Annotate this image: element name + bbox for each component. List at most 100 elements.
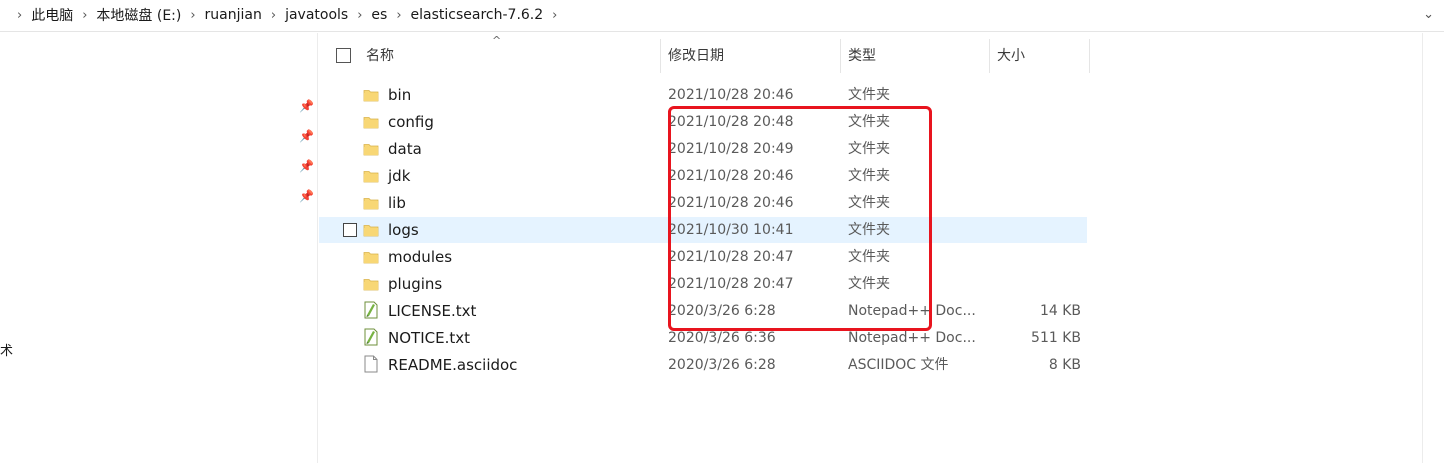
file-size [991, 271, 1081, 297]
file-date: 2020/3/26 6:28 [668, 357, 776, 373]
address-bar[interactable]: › 此电脑 › 本地磁盘 (E:) › ruanjian › javatools › es › ela… [0, 0, 1444, 32]
navigation-pane: 📌 📌 📌 📌 术 [0, 33, 318, 463]
breadcrumb: › 此电脑 › 本地磁盘 (E:) › ruanjian › javatools › es › ela… [8, 0, 566, 30]
file-size: 14 KB [1039, 303, 1081, 319]
file-name: modules [388, 248, 453, 266]
file-row[interactable]: logs 2021/10/30 10:41 文件夹 [319, 217, 1087, 243]
file-row[interactable]: plugins 2021/10/28 20:47 文件夹 [319, 271, 1087, 297]
folder-icon [363, 168, 379, 184]
file-size [991, 136, 1081, 162]
chevron-right-icon[interactable]: › [271, 8, 276, 23]
file-type: 文件夹 [848, 195, 890, 211]
breadcrumb-item[interactable]: 本地磁盘 (E:) [96, 5, 181, 25]
sort-ascending-icon: ^ [492, 34, 502, 47]
address-dropdown-icon[interactable]: ⌄ [1423, 7, 1434, 22]
chevron-right-icon[interactable]: › [82, 8, 87, 23]
file-date: 2020/3/26 6:28 [668, 303, 776, 319]
file-type: 文件夹 [848, 114, 890, 130]
file-row[interactable]: NOTICE.txt 2020/3/26 6:36 Notepad++ Doc...… [319, 325, 1087, 351]
file-type: Notepad++ Doc... [848, 303, 976, 319]
file-row[interactable]: lib 2021/10/28 20:46 文件夹 [319, 190, 1087, 216]
file-name: bin [388, 86, 412, 104]
column-date[interactable]: 修改日期 [668, 33, 724, 73]
pin-icon[interactable]: 📌 [299, 99, 314, 113]
file-name: README.asciidoc [388, 356, 518, 374]
file-size [991, 163, 1081, 189]
file-type: 文件夹 [848, 87, 890, 103]
file-type: Notepad++ Doc... [848, 330, 976, 346]
chevron-right-icon[interactable]: › [190, 8, 195, 23]
column-divider[interactable] [1089, 39, 1090, 73]
breadcrumb-item[interactable]: 此电脑 [31, 5, 73, 25]
file-row[interactable]: jdk 2021/10/28 20:46 文件夹 [319, 163, 1087, 189]
file-type: 文件夹 [848, 276, 890, 292]
file-date: 2021/10/28 20:46 [668, 195, 794, 211]
folder-icon [363, 195, 379, 211]
breadcrumb-item[interactable]: es [371, 7, 387, 23]
file-row[interactable]: data 2021/10/28 20:49 文件夹 [319, 136, 1087, 162]
file-size [991, 244, 1081, 270]
file-date: 2021/10/28 20:47 [668, 249, 794, 265]
column-header: ^ 名称 修改日期 类型 大小 [319, 33, 1090, 73]
column-name[interactable]: 名称 [366, 33, 394, 73]
row-checkbox[interactable] [343, 223, 357, 237]
file-size [991, 217, 1081, 243]
file-name: NOTICE.txt [388, 329, 470, 347]
file-date: 2021/10/28 20:49 [668, 141, 794, 157]
chevron-right-icon[interactable]: › [552, 8, 557, 23]
file-date: 2021/10/28 20:48 [668, 114, 794, 130]
folder-icon [363, 249, 379, 265]
file-date: 2021/10/28 20:46 [668, 87, 794, 103]
select-all-checkbox[interactable] [336, 48, 351, 63]
file-name: config [388, 113, 434, 131]
file-size [991, 109, 1081, 135]
file-date: 2021/10/30 10:41 [668, 222, 794, 238]
folder-icon [363, 222, 379, 238]
column-divider[interactable] [840, 39, 841, 73]
file-type: 文件夹 [848, 249, 890, 265]
breadcrumb-item[interactable]: javatools [285, 7, 348, 23]
column-type[interactable]: 类型 [848, 33, 876, 73]
chevron-right-icon[interactable]: › [396, 8, 401, 23]
file-name: plugins [388, 275, 443, 293]
nav-item-label[interactable]: 术 [0, 340, 13, 359]
breadcrumb-item[interactable]: ruanjian [205, 7, 262, 23]
file-name: jdk [388, 167, 411, 185]
file-size [991, 82, 1081, 108]
file-name: LICENSE.txt [388, 302, 477, 320]
chevron-right-icon[interactable]: › [17, 8, 22, 23]
column-divider[interactable] [989, 39, 990, 73]
notepadpp-file-icon [363, 328, 379, 346]
file-type: ASCIIDOC 文件 [848, 357, 949, 373]
column-divider[interactable] [660, 39, 661, 73]
pin-icon[interactable]: 📌 [299, 159, 314, 173]
file-row[interactable]: LICENSE.txt 2020/3/26 6:28 Notepad++ Doc..… [319, 298, 1087, 324]
pin-icon[interactable]: 📌 [299, 129, 314, 143]
folder-icon [363, 141, 379, 157]
file-size: 511 KB [1031, 330, 1081, 346]
file-list: ^ 名称 修改日期 类型 大小 bin 2021/10/28 20:46 文件夹 co… [319, 33, 1422, 463]
folder-icon [363, 114, 379, 130]
file-type: 文件夹 [848, 141, 890, 157]
file-row[interactable]: bin 2021/10/28 20:46 文件夹 [319, 82, 1087, 108]
file-name: logs [388, 221, 419, 239]
notepadpp-file-icon [363, 301, 379, 319]
file-name: data [388, 140, 422, 158]
file-row[interactable]: README.asciidoc 2020/3/26 6:28 ASCIIDOC 文件… [319, 352, 1087, 378]
folder-icon [363, 87, 379, 103]
file-row[interactable]: config 2021/10/28 20:48 文件夹 [319, 109, 1087, 135]
file-name: lib [388, 194, 406, 212]
column-size[interactable]: 大小 [997, 33, 1025, 73]
generic-file-icon [363, 355, 379, 373]
file-date: 2020/3/26 6:36 [668, 330, 776, 346]
breadcrumb-item[interactable]: elasticsearch-7.6.2 [411, 7, 544, 23]
chevron-right-icon[interactable]: › [357, 8, 362, 23]
folder-icon [363, 276, 379, 292]
file-size: 8 KB [1048, 357, 1081, 373]
file-date: 2021/10/28 20:47 [668, 276, 794, 292]
pane-divider [1422, 33, 1423, 463]
file-type: 文件夹 [848, 222, 890, 238]
pin-icon[interactable]: 📌 [299, 189, 314, 203]
file-size [991, 190, 1081, 216]
file-row[interactable]: modules 2021/10/28 20:47 文件夹 [319, 244, 1087, 270]
